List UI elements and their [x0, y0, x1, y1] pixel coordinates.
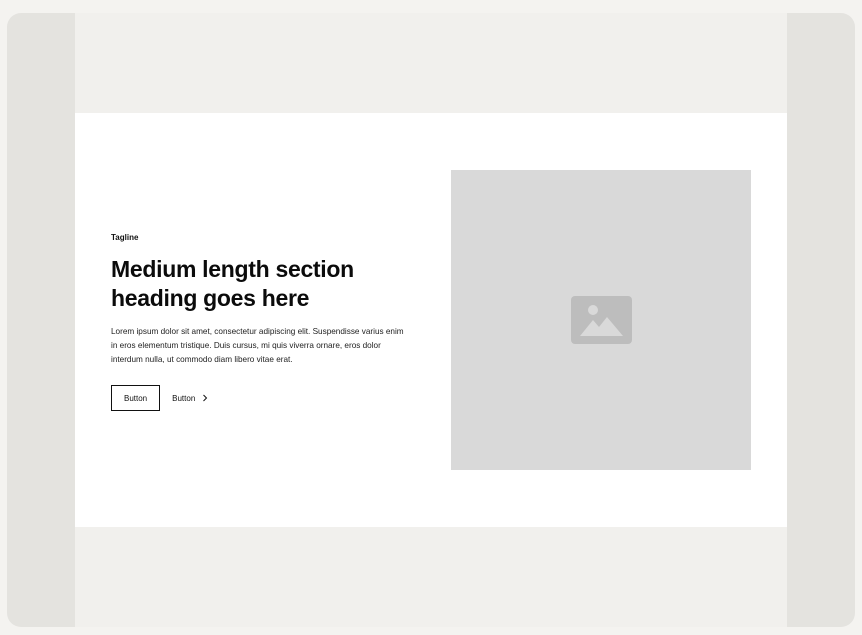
primary-button-label: Button	[124, 393, 148, 403]
secondary-link-button[interactable]: Button	[172, 394, 209, 403]
chevron-right-icon	[203, 394, 208, 402]
hero-content: Tagline Medium length section heading go…	[111, 233, 411, 411]
page-canvas: Tagline Medium length section heading go…	[75, 13, 787, 627]
image-placeholder-icon	[571, 296, 632, 344]
hero-body-text: Lorem ipsum dolor sit amet, consectetur …	[111, 327, 404, 364]
secondary-button-label: Button	[172, 393, 196, 403]
browser-frame: Tagline Medium length section heading go…	[7, 13, 855, 627]
hero-actions: Button Button	[111, 385, 411, 411]
hero-heading: Medium length section heading goes here	[111, 256, 354, 311]
primary-button[interactable]: Button	[111, 385, 161, 411]
hero-image-placeholder	[451, 170, 751, 470]
hero-tagline: Tagline	[111, 233, 139, 242]
hero-section: Tagline Medium length section heading go…	[75, 113, 787, 527]
